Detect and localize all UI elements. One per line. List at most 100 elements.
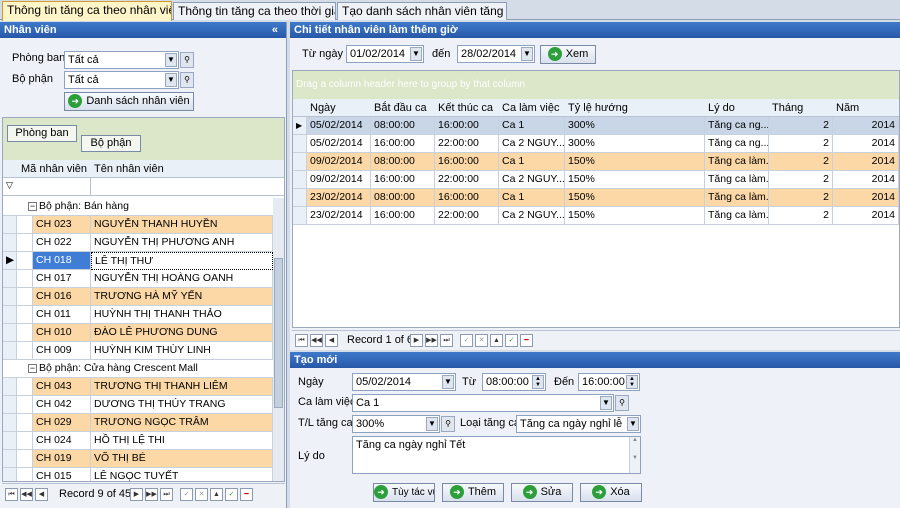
search-icon[interactable]: ⚲ [615, 395, 629, 411]
column-header[interactable]: Tháng [772, 102, 803, 114]
search-icon[interactable]: ⚲ [441, 416, 455, 432]
column-header[interactable]: Ngày [310, 102, 336, 114]
row-indicator[interactable] [3, 288, 17, 306]
ca-select[interactable]: Ca 1 ▼ [352, 394, 614, 412]
table-row[interactable]: CH 015 LÊ NGỌC TUYẾT [3, 468, 273, 481]
chevron-down-icon[interactable]: ▼ [600, 396, 612, 410]
chevron-down-icon[interactable]: ▼ [426, 417, 438, 431]
column-header[interactable]: Năm [836, 102, 859, 114]
table-row[interactable]: 09/02/2014 08:00:00 16:00:00 Ca 1 150% Tăng c… [293, 153, 899, 171]
row-indicator[interactable] [3, 378, 17, 396]
table-row[interactable]: ▶ CH 018 LÊ THỊ THƯ [3, 252, 273, 270]
check-icon[interactable]: ✓ [180, 488, 193, 501]
column-header[interactable]: Tỷ lệ hướng [568, 102, 628, 114]
table-row[interactable]: CH 010 ĐÀO LÊ PHƯƠNG DUNG [3, 324, 273, 342]
spinner-icon[interactable]: ▲ ▼ [532, 375, 544, 389]
chevron-down-icon[interactable]: ▼ [521, 47, 533, 61]
employee-list-button[interactable]: ➜ Danh sách nhân viên [64, 92, 194, 111]
row-indicator[interactable]: ▶ [293, 117, 307, 135]
row-indicator[interactable] [293, 207, 307, 225]
table-row[interactable]: CH 017 NGUYỄN THỊ HOÀNG OANH [3, 270, 273, 288]
delete-icon[interactable]: ━ [240, 488, 253, 501]
collapse-icon[interactable]: « [272, 22, 278, 38]
xem-button[interactable]: ➜ Xem [540, 45, 596, 64]
table-row[interactable]: 23/02/2014 08:00:00 16:00:00 Ca 1 150% Tăng c… [293, 189, 899, 207]
options-button[interactable]: ➜ Tùy tác vụ [373, 483, 435, 502]
row-indicator[interactable] [3, 324, 17, 342]
table-row[interactable]: CH 043 TRƯƠNG THỊ THANH LIÊM [3, 378, 273, 396]
row-indicator[interactable] [293, 153, 307, 171]
table-row[interactable]: CH 042 DƯƠNG THỊ THÚY TRANG [3, 396, 273, 414]
last-record-button[interactable]: ⏭ [440, 334, 453, 347]
delete-icon[interactable]: ━ [520, 334, 533, 347]
lydo-textarea[interactable]: Tăng ca ngày nghỉ Tết ▲ ▼ [352, 436, 641, 474]
cancel-icon[interactable]: ✕ [475, 334, 488, 347]
table-row[interactable]: CH 011 HUỲNH THỊ THANH THẢO [3, 306, 273, 324]
column-header[interactable]: Lý do [708, 102, 735, 114]
prev-record-button[interactable]: ◀ [325, 334, 338, 347]
row-indicator[interactable] [3, 342, 17, 360]
sua-button[interactable]: ➜ Sửa [511, 483, 573, 502]
tu-ngay-input[interactable]: 01/02/2014 ▼ [346, 45, 424, 63]
next-record-button[interactable]: ▶ [130, 488, 143, 501]
save-icon[interactable]: ✓ [505, 334, 518, 347]
group-chip-phong-ban[interactable]: Phòng ban [7, 125, 77, 142]
group-chip-bo-phan[interactable]: Bộ phận [81, 135, 141, 152]
tu-time-input[interactable]: 08:00:00 ▲ ▼ [482, 373, 546, 391]
tab-by-time[interactable]: Thông tin tăng ca theo thời gian [173, 2, 336, 20]
column-header-name[interactable]: Tên nhân viên [94, 163, 164, 175]
next-record-button[interactable]: ▶ [410, 334, 423, 347]
up-icon[interactable]: ▲ [210, 488, 223, 501]
table-row[interactable]: CH 023 NGUYỄN THANH HUYỀN [3, 216, 273, 234]
chevron-down-icon[interactable]: ▼ [410, 47, 422, 61]
column-header-code[interactable]: Mã nhân viên [21, 163, 87, 175]
row-indicator[interactable] [3, 396, 17, 414]
row-indicator[interactable] [293, 135, 307, 153]
last-record-button[interactable]: ⏭ [160, 488, 173, 501]
first-record-button[interactable]: ⏮ [5, 488, 18, 501]
row-indicator[interactable] [3, 414, 17, 432]
row-indicator[interactable] [3, 432, 17, 450]
them-button[interactable]: ➜ Thêm [442, 483, 504, 502]
prev-page-button[interactable]: ◀◀ [20, 488, 33, 501]
tl-select[interactable]: 300% ▼ [352, 415, 440, 433]
table-row[interactable]: ▶ 05/02/2014 08:00:00 16:00:00 Ca 1 300% Tăng … [293, 117, 899, 135]
row-indicator[interactable] [3, 216, 17, 234]
textarea-scrollbar[interactable]: ▲ ▼ [629, 437, 640, 473]
save-icon[interactable]: ✓ [225, 488, 238, 501]
row-indicator[interactable] [3, 450, 17, 468]
ngay-input[interactable]: 05/02/2014 ▼ [352, 373, 456, 391]
vertical-scrollbar[interactable] [273, 198, 284, 481]
chevron-down-icon[interactable]: ▼ [165, 73, 177, 87]
check-icon[interactable]: ✓ [460, 334, 473, 347]
chevron-down-icon[interactable]: ▼ [627, 417, 639, 431]
search-icon[interactable]: ⚲ [180, 52, 194, 68]
group-row[interactable]: Bộ phận: Cửa hàng Crescent Mall − [3, 360, 273, 378]
den-ngay-input[interactable]: 28/02/2014 ▼ [457, 45, 535, 63]
table-row[interactable]: CH 024 HỒ THỊ LỆ THI [3, 432, 273, 450]
scrollbar-thumb[interactable] [274, 258, 283, 408]
table-row[interactable]: CH 019 VÕ THỊ BÉ [3, 450, 273, 468]
table-row[interactable]: 09/02/2014 16:00:00 22:00:00 Ca 2 NGUY... 15… [293, 171, 899, 189]
table-row[interactable]: 23/02/2014 16:00:00 22:00:00 Ca 2 NGUY... 15… [293, 207, 899, 225]
collapse-group-icon[interactable]: − [28, 202, 37, 211]
tab-create-list[interactable]: Tạo danh sách nhân viên tăng ca [337, 2, 507, 20]
row-indicator[interactable] [3, 234, 17, 252]
up-icon[interactable]: ▲ [490, 334, 503, 347]
xoa-button[interactable]: ➜ Xóa [580, 483, 642, 502]
row-indicator[interactable] [3, 270, 17, 288]
column-header[interactable]: Ca làm việc [502, 102, 559, 114]
prev-record-button[interactable]: ◀ [35, 488, 48, 501]
row-indicator[interactable]: ▶ [3, 252, 17, 270]
next-page-button[interactable]: ▶▶ [145, 488, 158, 501]
prev-page-button[interactable]: ◀◀ [310, 334, 323, 347]
bo-phan-select[interactable]: Tất cả ▼ [64, 71, 179, 89]
table-row[interactable]: CH 022 NGUYỄN THỊ PHƯƠNG ANH [3, 234, 273, 252]
phong-ban-select[interactable]: Tất cả ▼ [64, 51, 179, 69]
column-header[interactable]: Kết thúc ca [438, 102, 493, 114]
cancel-icon[interactable]: ✕ [195, 488, 208, 501]
row-indicator[interactable] [3, 468, 17, 481]
spinner-icon[interactable]: ▲ ▼ [626, 375, 638, 389]
filter-row[interactable]: ▽ [3, 178, 284, 196]
first-record-button[interactable]: ⏮ [295, 334, 308, 347]
